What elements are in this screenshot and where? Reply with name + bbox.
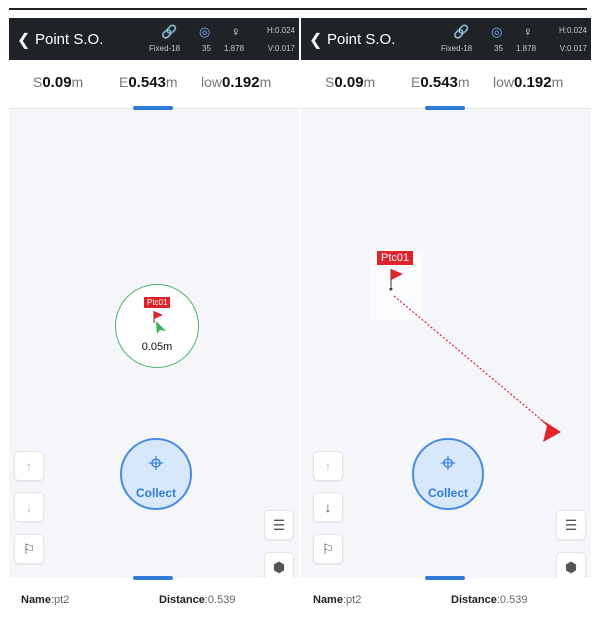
- point-distance: Distance:0.539: [451, 594, 528, 606]
- offset-readout: S0.09m E0.543m low0.192m: [301, 60, 591, 109]
- map-canvas[interactable]: Ptc01 0.05m ↑ ↓ ⚐ ☰ ⬢ ⌖ Collect: [9, 110, 299, 582]
- satellite-count: 35: [494, 44, 503, 53]
- add-flag-button[interactable]: ⚐: [313, 534, 343, 564]
- guide-line: [393, 295, 545, 423]
- back-button[interactable]: ❮: [17, 30, 30, 50]
- collapse-handle[interactable]: [133, 576, 173, 580]
- east-offset: E0.543m: [119, 74, 178, 91]
- fix-status: Fixed-18: [149, 44, 181, 53]
- h-precision: H:0.024: [266, 26, 295, 35]
- point-dot: [389, 287, 393, 291]
- map-canvas[interactable]: Ptc01 ↑ ↓ ⚐ ☰ ⬢ ⌖ Collect: [301, 110, 591, 582]
- fix-status: Fixed-18: [441, 44, 473, 53]
- low-offset: low0.192m: [201, 74, 272, 91]
- settings-button[interactable]: ☰: [264, 510, 294, 540]
- add-flag-button[interactable]: ⚐: [14, 534, 44, 564]
- flag-marker-icon: [153, 311, 166, 334]
- collect-button[interactable]: ⌖ Collect: [412, 438, 484, 510]
- status-bar: ❮ Point S.O. 🔗 Fixed-18 ◎ 35 ♀ 1.878 H:0…: [301, 18, 591, 60]
- collect-button[interactable]: ⌖ Collect: [120, 438, 192, 510]
- point-name: Name:pt2: [21, 594, 70, 606]
- east-offset: E0.543m: [411, 74, 470, 91]
- move-up-button[interactable]: ↑: [14, 451, 44, 481]
- left-screen: ❮ Point S.O. 🔗 Fixed-18 ◎ 35 ♀ 1.878 H:0…: [9, 18, 299, 639]
- move-down-button[interactable]: ↓: [14, 492, 44, 522]
- h-precision: H:0.024: [558, 26, 587, 35]
- page-title: Point S.O.: [327, 31, 396, 48]
- point-name: Name:pt2: [313, 594, 362, 606]
- status-bar: ❮ Point S.O. 🔗 Fixed-18 ◎ 35 ♀ 1.878 H:0…: [9, 18, 299, 60]
- pole-height: 1.878: [516, 44, 537, 53]
- right-screen: ❮ Point S.O. 🔗 Fixed-18 ◎ 35 ♀ 1.878 H:0…: [301, 18, 591, 639]
- page-title: Point S.O.: [35, 31, 104, 48]
- point-info-panel: Name:pt2 Distance:0.539: [301, 576, 591, 639]
- satellite-count: 35: [202, 44, 211, 53]
- pole-icon: ♀: [231, 24, 241, 39]
- proximity-circle: Ptc01 0.05m: [115, 284, 199, 368]
- move-up-button[interactable]: ↑: [313, 451, 343, 481]
- antenna-icon: ◎: [491, 24, 503, 39]
- point-label: Ptc01: [144, 297, 171, 308]
- south-offset: S0.09m: [33, 74, 84, 91]
- point-info-panel: Name:pt2 Distance:0.539: [9, 576, 299, 639]
- top-divider: [9, 8, 587, 10]
- collapse-handle[interactable]: [425, 576, 465, 580]
- south-offset: S0.09m: [325, 74, 376, 91]
- pole-icon: ♀: [523, 24, 533, 39]
- flag-marker-icon: [391, 269, 403, 280]
- offset-readout: S0.09m E0.543m low0.192m: [9, 60, 299, 109]
- settings-button[interactable]: ☰: [556, 510, 586, 540]
- satellite-icon: 🔗: [453, 24, 470, 39]
- v-precision: V:0.017: [267, 44, 295, 53]
- point-distance: Distance:0.539: [159, 594, 236, 606]
- position-arrow-icon: [539, 418, 561, 442]
- screenshot-frame: ❮ Point S.O. 🔗 Fixed-18 ◎ 35 ♀ 1.878 H:0…: [0, 0, 596, 639]
- crosshair-icon: ⌖: [148, 447, 164, 478]
- v-precision: V:0.017: [559, 44, 587, 53]
- move-down-button[interactable]: ↓: [313, 492, 343, 522]
- back-button[interactable]: ❮: [309, 30, 322, 50]
- crosshair-icon: ⌖: [440, 447, 456, 478]
- distance-label: 0.05m: [141, 341, 173, 353]
- pole-height: 1.878: [224, 44, 245, 53]
- satellite-icon: 🔗: [161, 24, 178, 39]
- antenna-icon: ◎: [199, 24, 211, 39]
- low-offset: low0.192m: [493, 74, 564, 91]
